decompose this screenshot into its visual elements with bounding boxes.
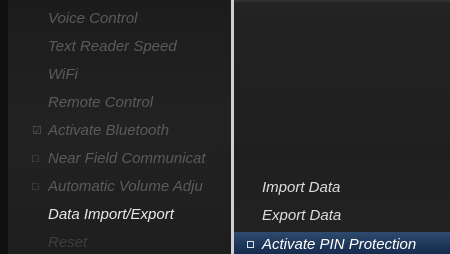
submenu-item-import-data[interactable]: Import Data xyxy=(234,174,450,202)
data-import-export-submenu-panel: Import Data Export Data Activate PIN Pro… xyxy=(234,0,450,254)
checked-checkbox-icon: ☑ xyxy=(32,125,42,137)
menu-item-activate-bluetooth[interactable]: ☑ Activate Bluetooth xyxy=(8,117,231,145)
menu-item-label: Activate Bluetooth xyxy=(48,122,169,139)
text-fade xyxy=(205,145,231,173)
menu-item-near-field-communication[interactable]: □ Near Field Communicat xyxy=(8,145,231,173)
menu-item-voice-control[interactable]: Voice Control xyxy=(8,5,231,33)
menu-item-text-reader-speed[interactable]: Text Reader Speed xyxy=(8,33,231,61)
submenu-item-export-data[interactable]: Export Data xyxy=(234,202,450,230)
unchecked-checkbox-icon: □ xyxy=(32,153,39,165)
menu-item-label: Reset xyxy=(48,234,88,251)
unchecked-checkbox-icon[interactable] xyxy=(247,241,254,248)
panel-top-line xyxy=(234,0,450,2)
menu-item-label: WiFi xyxy=(48,66,78,83)
menu-item-label: Text Reader Speed xyxy=(48,38,177,55)
submenu-item-activate-pin-protection[interactable]: Activate PIN Protection xyxy=(234,232,450,254)
settings-screen: Voice Control Text Reader Speed WiFi Rem… xyxy=(0,0,450,254)
text-fade xyxy=(205,173,231,201)
menu-item-label: Automatic Volume Adju xyxy=(48,178,203,195)
submenu-item-label: Import Data xyxy=(262,179,341,196)
menu-item-label: Near Field Communicat xyxy=(48,150,206,167)
menu-item-label: Voice Control xyxy=(48,10,138,27)
menu-item-wifi[interactable]: WiFi xyxy=(8,61,231,89)
menu-item-reset[interactable]: Reset xyxy=(8,229,231,254)
submenu-list: Import Data Export Data Activate PIN Pro… xyxy=(234,174,450,254)
left-edge-strip xyxy=(0,0,8,254)
submenu-item-label: Activate PIN Protection xyxy=(262,236,417,253)
menu-item-label: Data Import/Export xyxy=(48,206,174,223)
menu-item-data-import-export[interactable]: Data Import/Export xyxy=(8,201,231,229)
menu-item-remote-control[interactable]: Remote Control xyxy=(8,89,231,117)
menu-item-automatic-volume-adjustment[interactable]: □ Automatic Volume Adju xyxy=(8,173,231,201)
menu-item-label: Remote Control xyxy=(48,94,154,111)
submenu-item-label: Export Data xyxy=(262,207,342,224)
unchecked-checkbox-icon: □ xyxy=(32,181,39,193)
settings-menu-panel: Voice Control Text Reader Speed WiFi Rem… xyxy=(0,0,231,254)
settings-menu-list: Voice Control Text Reader Speed WiFi Rem… xyxy=(8,5,231,254)
